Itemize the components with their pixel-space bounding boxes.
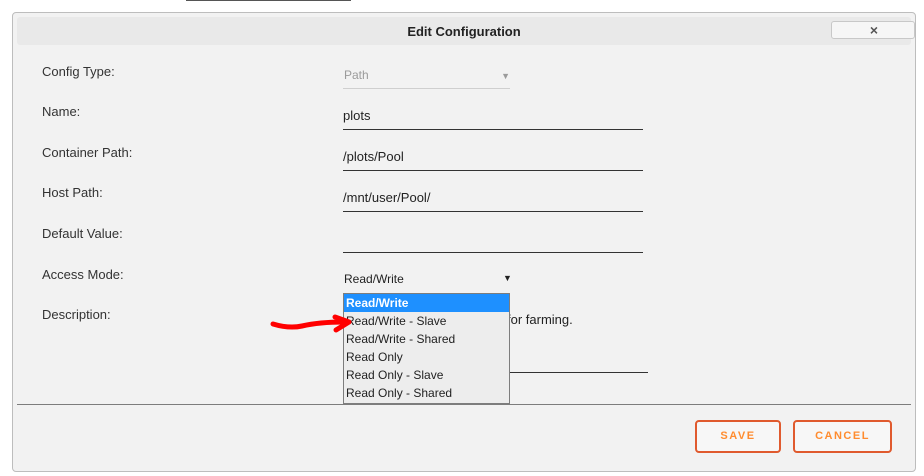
access-mode-dropdown-list[interactable]: Read/Write Read/Write - Slave Read/Write… xyxy=(343,293,510,404)
config-type-value: Path xyxy=(344,68,369,82)
access-mode-value: Read/Write xyxy=(344,272,404,286)
default-value-input[interactable] xyxy=(343,229,643,253)
access-mode-option-read-only-shared[interactable]: Read Only - Shared xyxy=(344,384,509,402)
name-input[interactable]: plots xyxy=(343,106,643,130)
description-label: Description: xyxy=(42,307,111,322)
footer-divider xyxy=(17,404,911,405)
chevron-down-icon: ▼ xyxy=(503,273,512,283)
description-input-underline xyxy=(509,372,648,373)
access-mode-label: Access Mode: xyxy=(42,267,124,282)
edit-configuration-dialog: Edit Configuration × Config Type: Path ▼… xyxy=(12,12,916,472)
name-label: Name: xyxy=(42,104,81,119)
host-path-label: Host Path: xyxy=(42,185,103,200)
container-path-input[interactable]: /plots/Pool xyxy=(343,147,643,171)
access-mode-select[interactable]: Read/Write ▼ xyxy=(343,270,512,290)
default-value-label: Default Value: xyxy=(42,226,123,241)
chevron-down-icon: ▼ xyxy=(501,71,510,81)
name-input-value: plots xyxy=(343,108,371,123)
dialog-titlebar: Edit Configuration × xyxy=(17,17,915,45)
access-mode-option-read-write[interactable]: Read/Write xyxy=(344,294,509,312)
access-mode-option-read-only-slave[interactable]: Read Only - Slave xyxy=(344,366,509,384)
cancel-button[interactable]: CANCEL xyxy=(793,420,892,453)
config-type-label: Config Type: xyxy=(42,64,115,79)
red-arrow-annotation-icon xyxy=(270,314,352,333)
access-mode-option-read-write-slave[interactable]: Read/Write - Slave xyxy=(344,312,509,330)
dialog-title: Edit Configuration xyxy=(407,24,521,39)
access-mode-option-read-only[interactable]: Read Only xyxy=(344,348,509,366)
background-underline xyxy=(186,0,351,1)
access-mode-option-read-write-shared[interactable]: Read/Write - Shared xyxy=(344,330,509,348)
host-path-input[interactable]: /mnt/user/Pool/ xyxy=(343,188,643,212)
host-path-input-value: /mnt/user/Pool/ xyxy=(343,190,431,205)
close-button[interactable]: × xyxy=(831,21,915,39)
container-path-input-value: /plots/Pool xyxy=(343,149,404,164)
close-icon: × xyxy=(869,22,879,38)
save-button[interactable]: SAVE xyxy=(695,420,781,453)
description-input-text[interactable]: for farming. xyxy=(507,312,573,327)
config-type-select[interactable]: Path ▼ xyxy=(343,65,510,89)
container-path-label: Container Path: xyxy=(42,145,133,160)
